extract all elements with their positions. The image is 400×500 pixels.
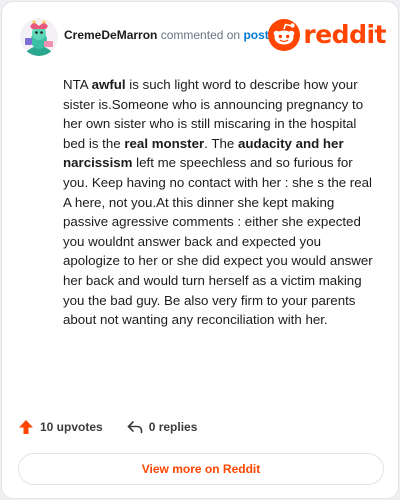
comment-stats: 10 upvotes 0 replies (18, 416, 221, 438)
upvote-arrow-icon (19, 420, 33, 434)
post-link[interactable]: post (243, 28, 268, 42)
comment-body-text: . The (204, 135, 238, 151)
comment-body: NTA awful is such light word to describe… (63, 75, 373, 330)
reddit-logo[interactable]: reddit (268, 18, 386, 52)
view-more-on-reddit-button[interactable]: View more on Reddit (18, 453, 384, 485)
upvotes-stat[interactable]: 10 upvotes (18, 419, 103, 435)
comment-body-text: NTA (63, 77, 92, 92)
user-avatar[interactable] (20, 18, 58, 56)
reddit-snoo-icon (268, 19, 301, 51)
comment-body-emphasis: real monster (124, 135, 205, 151)
comment-header: CremeDeMarron commented on post reddit (18, 14, 386, 58)
comment-byline: CremeDeMarron commented on post (64, 28, 269, 42)
reddit-wordmark: reddit (303, 20, 386, 49)
comment-body-text: left me speechless and so furious for yo… (63, 155, 373, 328)
reply-arrow-icon (127, 421, 143, 434)
username-link[interactable]: CremeDeMarron (64, 28, 157, 42)
upvotes-label: 10 upvotes (40, 420, 103, 434)
action-text: commented on (160, 28, 241, 42)
replies-label: 0 replies (148, 420, 198, 434)
replies-stat[interactable]: 0 replies (127, 420, 198, 434)
comment-body-emphasis: awful (91, 77, 126, 92)
embedded-comment-card: CremeDeMarron commented on post reddit N… (1, 1, 399, 499)
